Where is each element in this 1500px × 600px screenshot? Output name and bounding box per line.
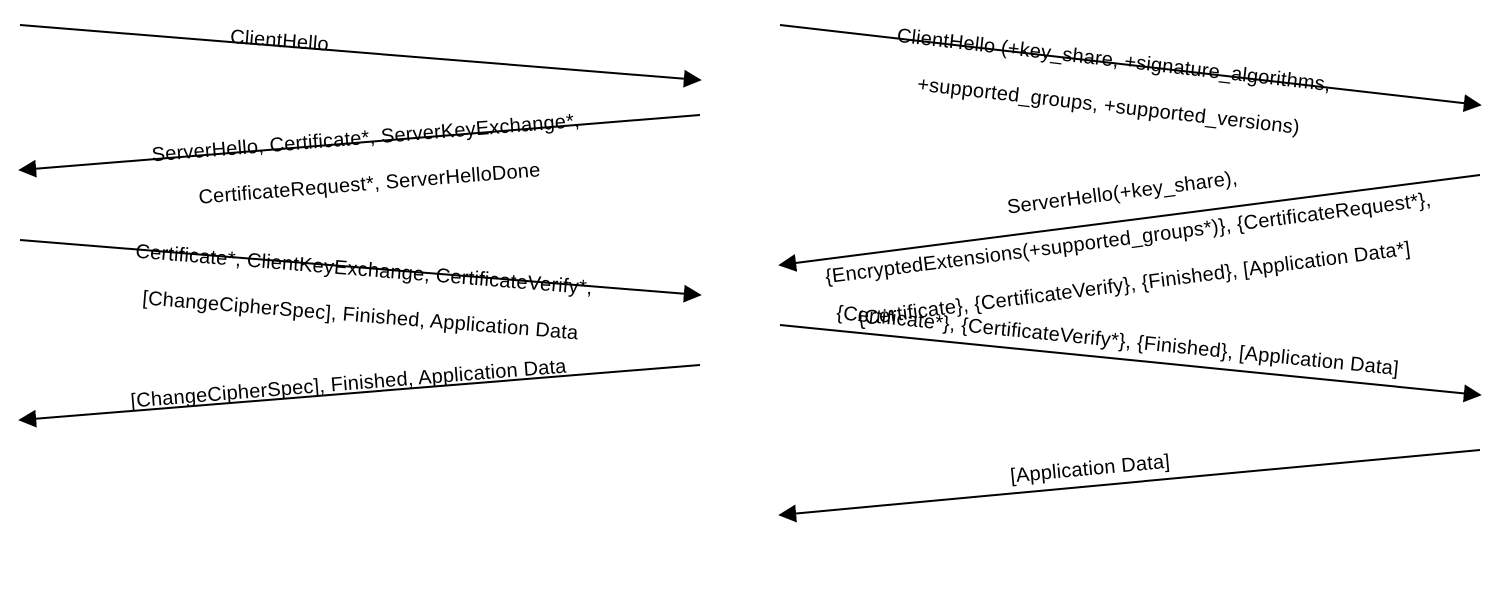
l-msg-2-line1: ServerHello, Certificate*, ServerKeyExch…: [151, 110, 581, 166]
l-msg-3-line2: [ChangeCipherSpec], Finished, Applicatio…: [142, 287, 580, 344]
l-msg-2-line2: CertificateRequest*, ServerHelloDone: [198, 159, 542, 208]
r-msg-2-line1: ServerHello(+key_share),: [1006, 167, 1239, 218]
l-msg-2: ServerHello, Certificate*, ServerKeyExch…: [126, 87, 586, 238]
l-msg-3-line1: Certificate*, ClientKeyExchange, Certifi…: [135, 241, 594, 300]
l-msg-3: Certificate*, ClientKeyExchange, Certifi…: [106, 216, 595, 369]
diagram-stage: ClientHello ServerHello, Certificate*, S…: [0, 0, 1500, 600]
l-arrow-1-c2s: [20, 25, 700, 85]
